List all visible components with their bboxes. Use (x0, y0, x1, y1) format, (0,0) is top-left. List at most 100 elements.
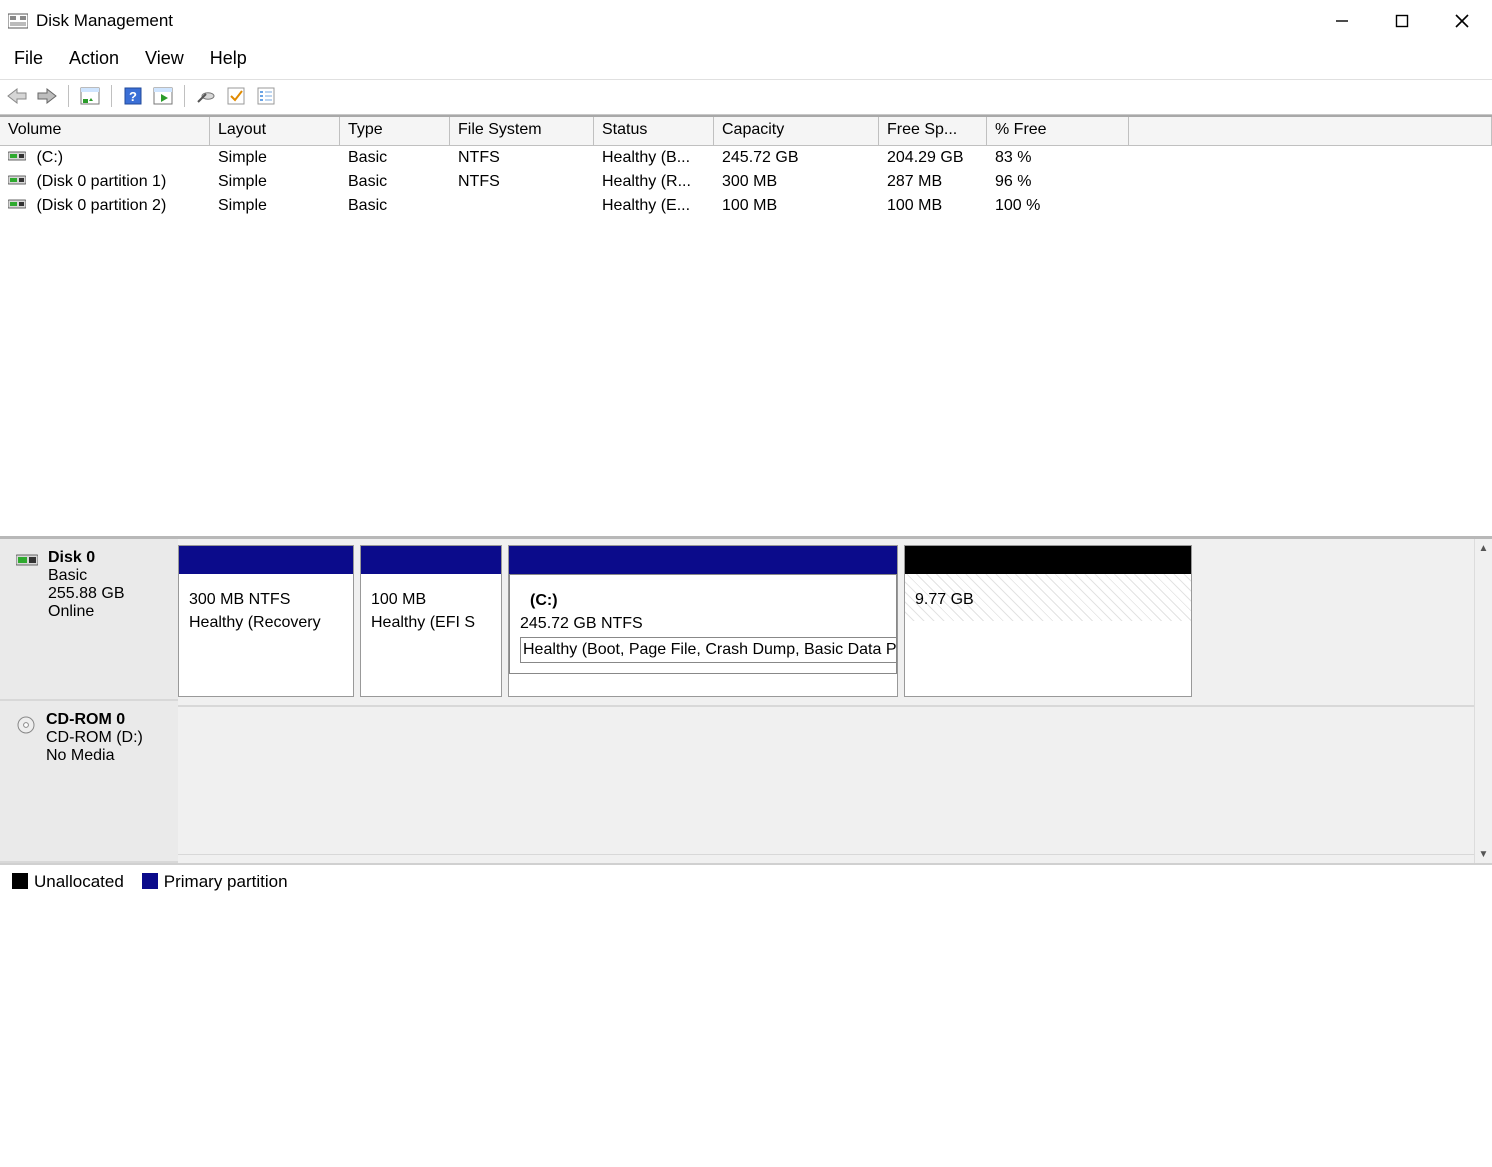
cell-status: Healthy (E... (594, 194, 714, 218)
cell-free: 204.29 GB (879, 146, 987, 170)
table-row[interactable]: (Disk 0 partition 2)SimpleBasic Healthy (… (0, 194, 1492, 218)
cell-capacity: 100 MB (714, 194, 879, 218)
menu-action[interactable]: Action (69, 48, 119, 69)
cdrom-0-header[interactable]: CD-ROM 0 CD-ROM (D:) No Media (0, 701, 178, 863)
cell-pct: 83 % (987, 146, 1129, 170)
cell-pct: 100 % (987, 194, 1129, 218)
cdrom-icon (16, 711, 36, 735)
partition-cap (179, 546, 353, 574)
table-row[interactable]: (C:)SimpleBasicNTFSHealthy (B...245.72 G… (0, 146, 1492, 170)
partition[interactable]: 300 MB NTFSHealthy (Recovery (178, 545, 354, 697)
help-button[interactable]: ? (120, 84, 146, 108)
title-bar: Disk Management (0, 0, 1492, 42)
volume-table: Volume Layout Type File System Status Ca… (0, 115, 1492, 536)
disk-0-size: 255.88 GB (48, 585, 125, 603)
menu-help[interactable]: Help (210, 48, 247, 69)
cell-layout: Simple (210, 194, 340, 218)
partition-title: (C:) (520, 589, 886, 612)
menu-file[interactable]: File (14, 48, 43, 69)
volume-icon (8, 196, 26, 206)
table-row[interactable]: (Disk 0 partition 1)SimpleBasicNTFSHealt… (0, 170, 1492, 194)
app-icon (8, 12, 28, 30)
partition-status: Healthy (EFI S (371, 611, 491, 634)
toolbar-separator (68, 85, 69, 107)
partition[interactable]: 9.77 GB (904, 545, 1192, 697)
settings-button[interactable] (193, 84, 219, 108)
graphical-scrollbar[interactable]: ▲ ▼ (1474, 539, 1492, 863)
legend-unallocated-swatch (12, 873, 28, 889)
menu-view[interactable]: View (145, 48, 184, 69)
cell-type: Basic (340, 170, 450, 194)
maximize-button[interactable] (1372, 3, 1432, 39)
cell-fs: NTFS (450, 170, 594, 194)
partition-cap (509, 546, 897, 574)
col-volume[interactable]: Volume (0, 117, 210, 145)
toolbar-separator (184, 85, 185, 107)
disk-0-state: Online (48, 603, 125, 621)
cell-capacity: 245.72 GB (714, 146, 879, 170)
scroll-down-icon[interactable]: ▼ (1475, 845, 1492, 863)
partition-size: 100 MB (371, 588, 491, 611)
partition-status: Healthy (Boot, Page File, Crash Dump, Ba… (520, 637, 897, 662)
cell-layout: Simple (210, 146, 340, 170)
forward-button[interactable] (34, 84, 60, 108)
disk-0-header[interactable]: Disk 0 Basic 255.88 GB Online (0, 539, 178, 701)
cdrom-state: No Media (46, 747, 143, 765)
cdrom-title: CD-ROM 0 (46, 711, 143, 729)
list-button[interactable] (253, 84, 279, 108)
disk-0-title: Disk 0 (48, 549, 125, 567)
cell-layout: Simple (210, 170, 340, 194)
col-capacity[interactable]: Capacity (714, 117, 879, 145)
partition-size: 9.77 GB (915, 588, 1181, 611)
cell-type: Basic (340, 146, 450, 170)
show-hide-tree-button[interactable] (77, 84, 103, 108)
cell-volume: (Disk 0 partition 1) (0, 170, 210, 194)
cell-volume: (C:) (0, 146, 210, 170)
cell-status: Healthy (B... (594, 146, 714, 170)
legend: Unallocated Primary partition (0, 863, 1492, 900)
partition-status: Healthy (Recovery (189, 611, 343, 634)
cell-pct: 96 % (987, 170, 1129, 194)
cdrom-partitions (178, 707, 1474, 855)
close-button[interactable] (1432, 3, 1492, 39)
scroll-up-icon[interactable]: ▲ (1475, 539, 1492, 557)
menu-bar: File Action View Help (0, 42, 1492, 80)
legend-unallocated-label: Unallocated (34, 872, 124, 891)
cell-volume: (Disk 0 partition 2) (0, 194, 210, 218)
legend-primary-swatch (142, 873, 158, 889)
col-layout[interactable]: Layout (210, 117, 340, 145)
cell-free: 100 MB (879, 194, 987, 218)
volume-table-header: Volume Layout Type File System Status Ca… (0, 117, 1492, 146)
partition[interactable]: (C:)245.72 GB NTFSHealthy (Boot, Page Fi… (508, 545, 898, 697)
col-free[interactable]: Free Sp... (879, 117, 987, 145)
cell-type: Basic (340, 194, 450, 218)
back-button[interactable] (4, 84, 30, 108)
partition-cap (361, 546, 501, 574)
partition-size: 245.72 GB NTFS (520, 612, 886, 635)
col-pct[interactable]: % Free (987, 117, 1129, 145)
cell-fs: NTFS (450, 146, 594, 170)
partition[interactable]: 100 MBHealthy (EFI S (360, 545, 502, 697)
col-spacer (1129, 117, 1492, 145)
col-fs[interactable]: File System (450, 117, 594, 145)
disk-0-type: Basic (48, 567, 125, 585)
checklist-button[interactable] (223, 84, 249, 108)
col-status[interactable]: Status (594, 117, 714, 145)
graphical-view: Disk 0 Basic 255.88 GB Online CD-ROM 0 C… (0, 536, 1492, 900)
action-button[interactable] (150, 84, 176, 108)
cell-free: 287 MB (879, 170, 987, 194)
svg-text:?: ? (129, 89, 137, 104)
cell-capacity: 300 MB (714, 170, 879, 194)
minimize-button[interactable] (1312, 3, 1372, 39)
cell-fs (450, 194, 594, 218)
window-title: Disk Management (36, 11, 173, 31)
col-type[interactable]: Type (340, 117, 450, 145)
partition-cap (905, 546, 1191, 574)
disk-0-partitions: 300 MB NTFSHealthy (Recovery100 MBHealth… (178, 545, 1474, 707)
volume-icon (8, 172, 26, 182)
partition-size: 300 MB NTFS (189, 588, 343, 611)
toolbar: ? (0, 80, 1492, 115)
toolbar-separator (111, 85, 112, 107)
volume-icon (8, 148, 26, 158)
cell-status: Healthy (R... (594, 170, 714, 194)
